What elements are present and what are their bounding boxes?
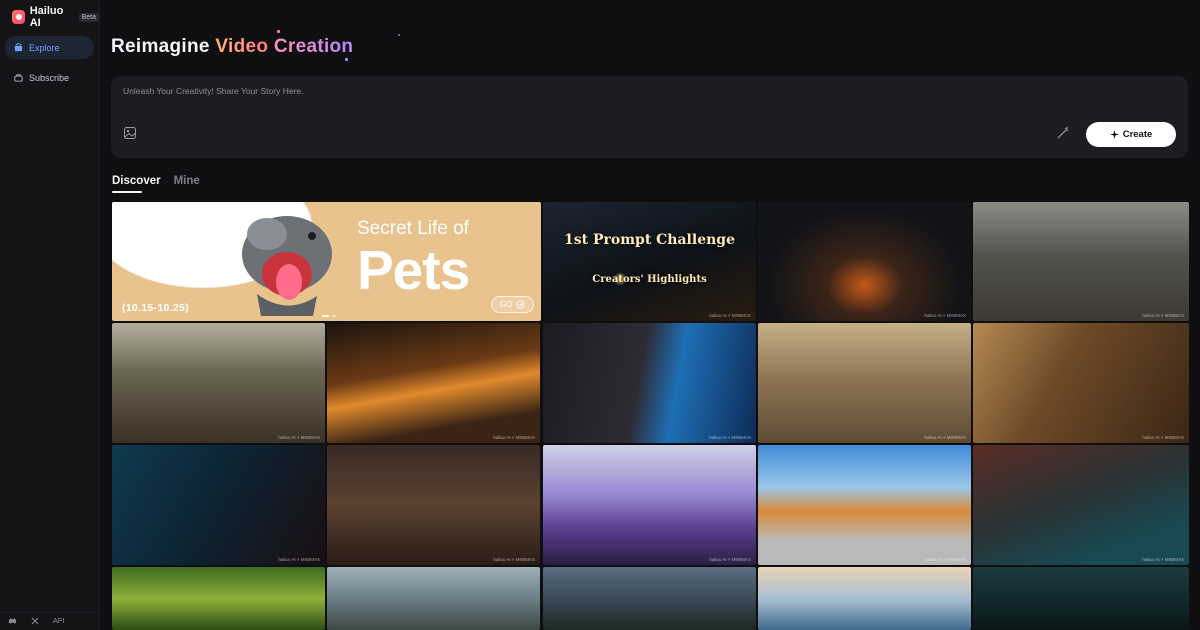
video-thumbnail[interactable] bbox=[112, 567, 325, 630]
pets-banner[interactable]: Secret Life of Pets (10.15-10.25) GO bbox=[112, 202, 541, 321]
image-upload-button[interactable] bbox=[123, 126, 137, 140]
sparkle-decoration bbox=[398, 34, 400, 36]
video-thumbnail[interactable] bbox=[973, 567, 1189, 630]
video-thumbnail[interactable] bbox=[543, 567, 756, 630]
brand[interactable]: Hailuo AI Beta bbox=[12, 5, 99, 29]
image-icon bbox=[124, 127, 136, 139]
watermark: hailuo AI × MINIMAX bbox=[1142, 435, 1184, 440]
video-thumbnail[interactable] bbox=[758, 567, 971, 630]
prompt-input[interactable] bbox=[123, 86, 1023, 96]
watermark: hailuo AI × MINIMAX bbox=[924, 557, 966, 562]
video-thumbnail[interactable]: hailuo AI × MINIMAX bbox=[327, 445, 540, 565]
go-label: GO bbox=[499, 300, 513, 309]
sparkle-icon bbox=[1109, 130, 1119, 139]
video-grid: Secret Life of Pets (10.15-10.25) GO 1st… bbox=[112, 202, 1189, 630]
create-button[interactable]: Create bbox=[1086, 122, 1176, 147]
title-word-3: Creation bbox=[273, 36, 354, 57]
banner-title-line2: Pets bbox=[357, 239, 470, 301]
tab-discover[interactable]: Discover bbox=[112, 175, 161, 193]
banner-go-button[interactable]: GO bbox=[491, 296, 534, 313]
brand-name: Hailuo AI bbox=[29, 5, 64, 29]
watermark: hailuo AI × MINIMAX bbox=[709, 435, 751, 440]
watermark: hailuo AI × MINIMAX bbox=[1142, 313, 1184, 318]
sidebar-item-label: Explore bbox=[29, 42, 60, 53]
video-thumbnail[interactable]: hailuo AI × MINIMAX bbox=[973, 445, 1189, 565]
watermark: hailuo AI × MINIMAX bbox=[278, 557, 320, 562]
video-thumbnail[interactable]: hailuo AI × MINIMAX bbox=[327, 323, 540, 443]
hailuo-logo-icon bbox=[12, 10, 25, 24]
create-button-label: Create bbox=[1122, 129, 1153, 140]
prompt-challenge-card[interactable]: 1st Prompt Challenge Creators' Highlight… bbox=[543, 202, 756, 321]
challenge-subtitle: Creators' Highlights bbox=[592, 274, 707, 285]
video-thumbnail[interactable]: hailuo AI × MINIMAX bbox=[543, 445, 756, 565]
main-content: Reimagine Video Creation Create Discover… bbox=[100, 0, 1200, 630]
app-window: Hailuo AI Beta Explore Subscribe API Rei… bbox=[0, 0, 1200, 630]
watermark: hailuo AI × MINIMAX bbox=[924, 313, 966, 318]
feed-tabs: Discover Mine bbox=[112, 175, 200, 193]
video-thumbnail[interactable]: hailuo AI × MINIMAX bbox=[543, 323, 756, 443]
magic-wand-icon bbox=[1057, 127, 1069, 139]
sparkle-decoration bbox=[277, 30, 280, 33]
tab-mine[interactable]: Mine bbox=[174, 175, 200, 193]
video-thumbnail[interactable]: hailuo AI × MINIMAX bbox=[758, 323, 971, 443]
sidebar-item-label: Subscribe bbox=[29, 72, 70, 83]
sidebar: Hailuo AI Beta Explore Subscribe API bbox=[0, 0, 100, 630]
explore-icon bbox=[14, 43, 23, 52]
banner-title-line1: Secret Life of bbox=[357, 218, 469, 239]
watermark: hailuo AI × MINIMAX bbox=[709, 557, 751, 562]
banner-dates: (10.15-10.25) bbox=[122, 302, 189, 314]
sidebar-footer: API bbox=[0, 612, 100, 630]
x-icon[interactable] bbox=[31, 617, 39, 627]
discord-icon[interactable] bbox=[8, 617, 17, 627]
page-title: Reimagine Video Creation bbox=[111, 36, 353, 58]
video-thumbnail[interactable]: hailuo AI × MINIMAX bbox=[973, 323, 1189, 443]
carousel-dots bbox=[322, 315, 336, 317]
watermark: hailuo AI × MINIMAX bbox=[1142, 557, 1184, 562]
sidebar-item-explore[interactable]: Explore bbox=[5, 36, 94, 59]
title-word-2: Video bbox=[215, 36, 269, 57]
challenge-title: 1st Prompt Challenge bbox=[564, 232, 735, 248]
prompt-box: Create bbox=[111, 76, 1188, 158]
watermark: hailuo AI × MINIMAX bbox=[709, 313, 751, 318]
video-thumbnail[interactable]: hailuo AI × MINIMAX bbox=[112, 445, 325, 565]
beta-badge: Beta bbox=[78, 12, 99, 22]
api-link[interactable]: API bbox=[53, 618, 64, 625]
sidebar-item-subscribe[interactable]: Subscribe bbox=[5, 66, 94, 89]
video-thumbnail[interactable]: hailuo AI × MINIMAX bbox=[973, 202, 1189, 321]
arrow-right-icon bbox=[516, 300, 525, 309]
dog-illustration bbox=[242, 216, 332, 316]
subscribe-icon bbox=[14, 74, 23, 82]
video-thumbnail[interactable]: hailuo AI × MINIMAX bbox=[112, 323, 325, 443]
video-thumbnail[interactable] bbox=[327, 567, 540, 630]
video-thumbnail[interactable]: hailuo AI × MINIMAX bbox=[758, 202, 971, 321]
sparkle-decoration bbox=[345, 58, 348, 61]
prompt-enhance-button[interactable] bbox=[1056, 126, 1070, 140]
video-thumbnail[interactable]: hailuo AI × MINIMAX bbox=[758, 445, 971, 565]
watermark: hailuo AI × MINIMAX bbox=[278, 435, 320, 440]
title-word-1: Reimagine bbox=[111, 36, 210, 57]
watermark: hailuo AI × MINIMAX bbox=[493, 557, 535, 562]
watermark: hailuo AI × MINIMAX bbox=[493, 435, 535, 440]
watermark: hailuo AI × MINIMAX bbox=[924, 435, 966, 440]
